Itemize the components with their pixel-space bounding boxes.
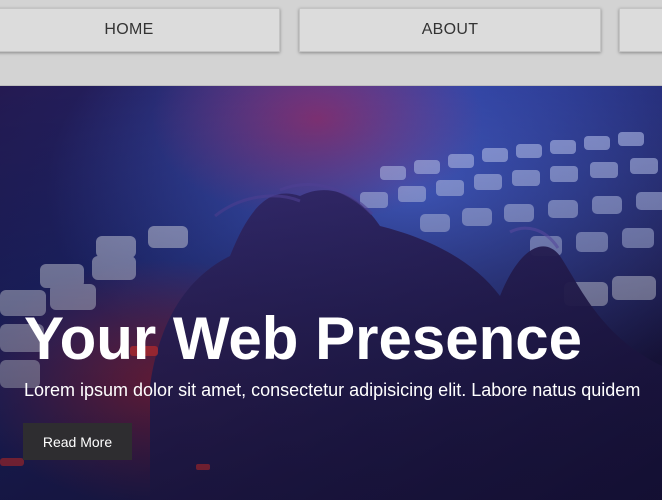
read-more-button[interactable]: Read More [23,423,132,460]
nav-item-home[interactable]: HOME [0,8,280,52]
hero-title: Your Web Presence [24,305,582,372]
top-navigation: HOME ABOUT [0,0,662,86]
nav-item-next[interactable] [619,8,662,52]
hero-subtitle: Lorem ipsum dolor sit amet, consectetur … [24,380,641,400]
hero-banner: Your Web Presence Lorem ipsum dolor sit … [0,86,662,500]
nav-item-about[interactable]: ABOUT [299,8,601,52]
